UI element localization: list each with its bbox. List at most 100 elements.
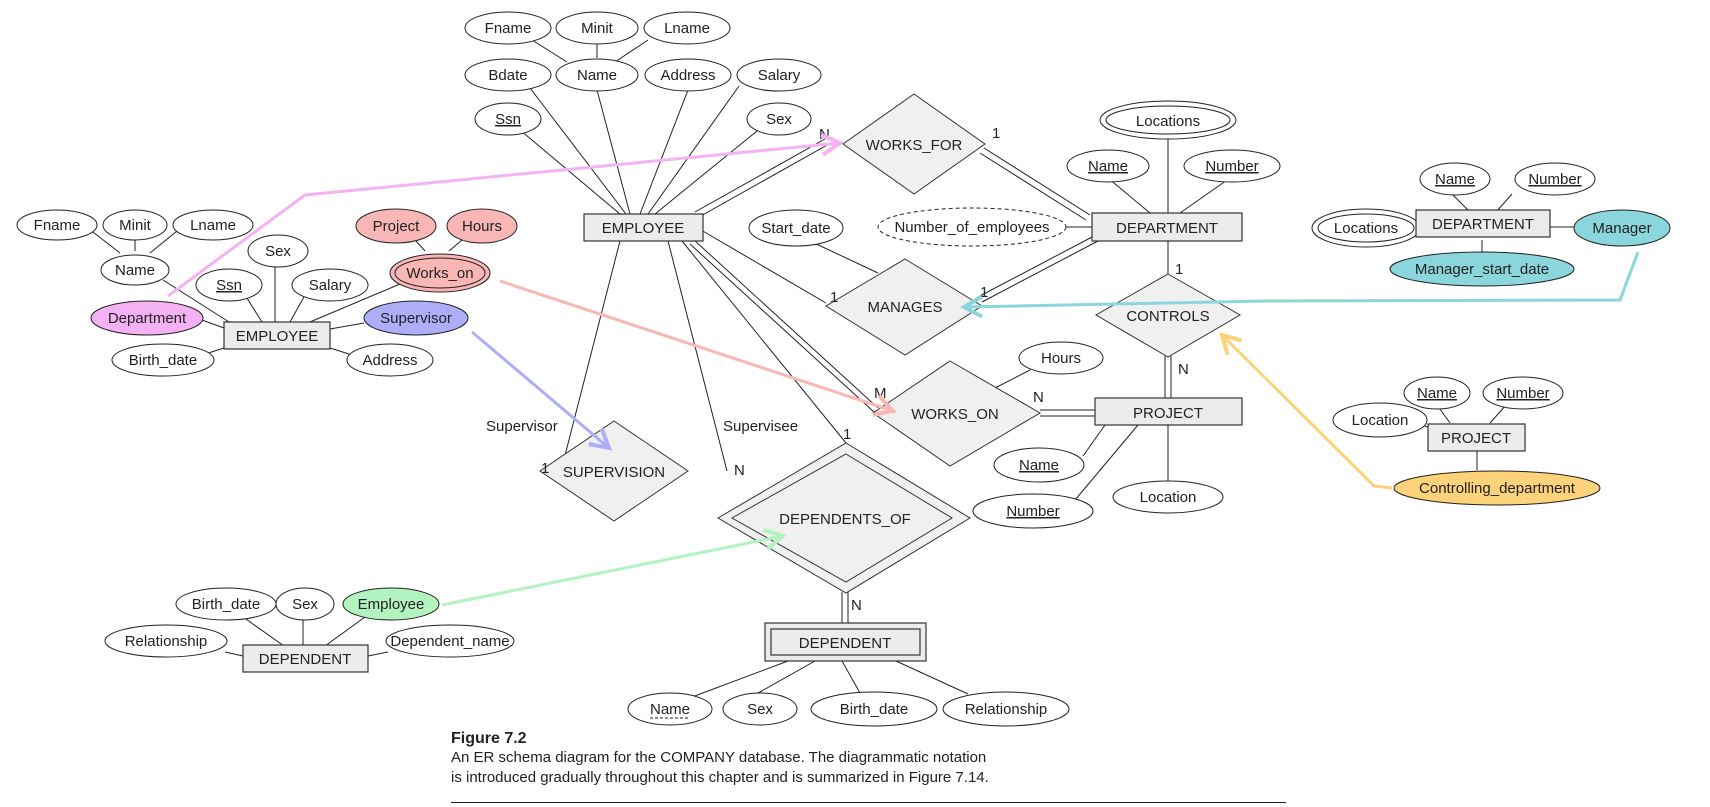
attr-bdate-label: Bdate: [488, 67, 527, 84]
side-attr-supervisor[interactable]: Supervisor: [363, 300, 469, 336]
attr-plocation[interactable]: Location: [1112, 480, 1224, 514]
attr-locations-label: Locations: [1136, 113, 1200, 130]
rel-supervision-label: SUPERVISION: [563, 464, 665, 481]
side-attr-salary[interactable]: Salary: [291, 268, 369, 302]
attr-address[interactable]: Address: [644, 58, 732, 92]
attr-ssn-key[interactable]: Ssn: [474, 102, 542, 136]
role-supervisee: Supervisee: [723, 418, 798, 435]
attr-number-of-employees-derived[interactable]: Number_of_employees: [877, 207, 1067, 247]
line-lname-name: [614, 39, 649, 63]
side-attr-department-label: Department: [108, 310, 187, 327]
rel-manages[interactable]: MANAGES: [825, 258, 983, 356]
attr-salary[interactable]: Salary: [736, 58, 822, 92]
attr-noe-label: Number_of_employees: [894, 219, 1049, 236]
rel-dependents-of-identifying[interactable]: DEPENDENTS_OF: [717, 442, 971, 594]
attr-minit[interactable]: Minit: [555, 11, 639, 45]
side-dept-attr-locations-multivalued[interactable]: Locations: [1311, 208, 1421, 248]
side-attr-birth-date[interactable]: Birth_date: [111, 343, 215, 377]
card-manages-emp: 1: [830, 289, 838, 306]
entity-project[interactable]: PROJECT: [1094, 397, 1243, 426]
side-attr-minit-label: Minit: [119, 217, 152, 234]
side-entity-project[interactable]: PROJECT: [1427, 423, 1526, 452]
side-dep-attr-birth-date[interactable]: Birth_date: [175, 587, 277, 621]
side-proj-location-label: Location: [1352, 412, 1409, 429]
attr-pname-key[interactable]: Name: [993, 447, 1085, 483]
side-dep-attr-dependent-name[interactable]: Dependent_name: [385, 624, 515, 658]
attr-dnumber-key[interactable]: Number: [1183, 149, 1281, 183]
side-dep-attr-employee[interactable]: Employee: [342, 587, 440, 621]
side-proj-attr-location[interactable]: Location: [1332, 402, 1428, 438]
entity-employee[interactable]: EMPLOYEE: [583, 213, 704, 242]
side-dept-manager-label: Manager: [1592, 220, 1651, 237]
attr-lname-label: Lname: [664, 20, 710, 37]
side-proj-attr-name-key[interactable]: Name: [1403, 376, 1471, 410]
attr-fname[interactable]: Fname: [464, 11, 552, 45]
attr-hours[interactable]: Hours: [1018, 341, 1104, 375]
attr-bdate[interactable]: Bdate: [464, 58, 552, 92]
side-dept-attr-manager[interactable]: Manager: [1573, 209, 1671, 247]
side-line-dnumber-dept: [1495, 193, 1513, 213]
line-dnumber-dept: [1179, 177, 1231, 214]
side-attr-fname-label: Fname: [34, 217, 81, 234]
card-works-on-emp: M: [874, 385, 887, 402]
line-depname-dep: [691, 660, 789, 698]
line-startdate-manages: [811, 241, 879, 274]
side-attr-supervisor-label: Supervisor: [380, 310, 452, 327]
caption-rule: [451, 802, 1286, 803]
attr-dep-birth-label: Birth_date: [840, 701, 908, 718]
side-attr-sex-label: Sex: [265, 243, 291, 260]
side-attr-sex[interactable]: Sex: [247, 234, 309, 268]
side-attr-hours[interactable]: Hours: [446, 208, 518, 244]
rel-works-for[interactable]: WORKS_FOR: [842, 93, 986, 195]
attr-pnumber-key[interactable]: Number: [972, 493, 1094, 529]
side-line-rel-dep: [224, 651, 244, 657]
side-dept-attr-number-key[interactable]: Number: [1514, 162, 1596, 196]
side-attr-minit[interactable]: Minit: [102, 209, 168, 241]
attr-sex[interactable]: Sex: [746, 102, 812, 136]
figure-text-line-1: An ER schema diagram for the COMPANY dat…: [451, 749, 987, 766]
attr-dep-name-partial-key[interactable]: Name: [627, 692, 713, 726]
line-address-emp: [639, 89, 689, 215]
attr-locations-multivalued[interactable]: Locations: [1099, 100, 1237, 140]
side-attr-project[interactable]: Project: [355, 208, 437, 244]
attr-dep-relationship[interactable]: Relationship: [942, 691, 1070, 727]
side-proj-attr-number-key[interactable]: Number: [1482, 376, 1564, 410]
entity-dependent-label: DEPENDENT: [799, 635, 892, 652]
side-proj-attr-controlling-department[interactable]: Controlling_department: [1393, 470, 1601, 506]
attr-start-date[interactable]: Start_date: [748, 209, 844, 247]
side-dep-attr-sex[interactable]: Sex: [275, 587, 335, 621]
attr-dep-sex[interactable]: Sex: [722, 692, 798, 726]
side-dept-attr-manager-start-date[interactable]: Manager_start_date: [1389, 251, 1575, 287]
rel-controls[interactable]: CONTROLS: [1094, 273, 1242, 358]
side-attr-lname[interactable]: Lname: [172, 209, 254, 241]
side-entity-department[interactable]: DEPARTMENT: [1415, 209, 1551, 238]
attr-dep-rel-label: Relationship: [965, 701, 1048, 718]
attr-dep-sex-label: Sex: [747, 701, 773, 718]
side-attr-address[interactable]: Address: [346, 343, 434, 377]
side-dep-attr-relationship[interactable]: Relationship: [104, 624, 228, 658]
attr-address-label: Address: [660, 67, 715, 84]
side-dept-attr-name-key[interactable]: Name: [1419, 162, 1491, 196]
side-entity-employee[interactable]: EMPLOYEE: [223, 321, 331, 350]
line-emp-workson-a: [693, 239, 879, 409]
attr-dname-key[interactable]: Name: [1066, 149, 1150, 183]
entity-dependent-weak[interactable]: DEPENDENT: [764, 622, 927, 662]
rel-supervision[interactable]: SUPERVISION: [539, 420, 689, 522]
side-attr-works-on-label: Works_on: [406, 265, 473, 282]
attr-lname[interactable]: Lname: [643, 11, 731, 45]
side-attr-ssn-key[interactable]: Ssn: [195, 268, 263, 302]
attr-name[interactable]: Name: [555, 58, 639, 92]
side-entity-dependent[interactable]: DEPENDENT: [242, 644, 369, 673]
entity-department[interactable]: DEPARTMENT: [1091, 212, 1243, 242]
side-attr-fname[interactable]: Fname: [16, 209, 98, 241]
role-supervisor: Supervisor: [486, 418, 558, 435]
attr-dep-birth-date[interactable]: Birth_date: [810, 691, 938, 727]
side-line-project-workson: [414, 239, 426, 252]
side-attr-department[interactable]: Department: [90, 300, 204, 336]
side-entity-employee-label: EMPLOYEE: [236, 328, 319, 345]
side-employee: Fname Minit Lname Name Sex Ssn Salary Pr…: [16, 208, 518, 377]
attr-ssn-label: Ssn: [495, 111, 521, 128]
attr-hours-label: Hours: [1041, 350, 1081, 367]
side-attr-name[interactable]: Name: [100, 254, 170, 286]
side-attr-works-on-multivalued[interactable]: Works_on: [389, 253, 491, 293]
